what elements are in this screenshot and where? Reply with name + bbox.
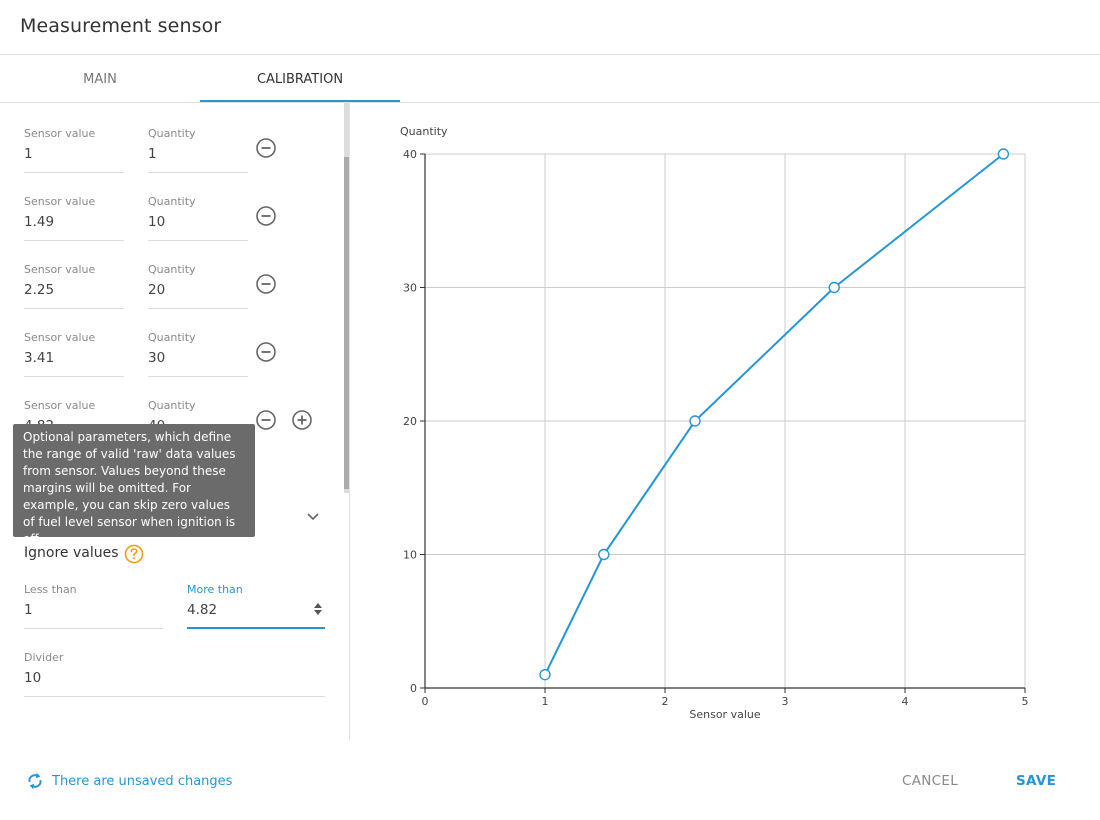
chevron-down-icon: [307, 513, 319, 521]
unsaved-changes-indicator[interactable]: There are unsaved changes: [26, 770, 232, 792]
dialog-header: Measurement sensor: [0, 0, 1100, 55]
quantity-label: Quantity: [148, 127, 196, 140]
x-tick-label: 1: [542, 695, 549, 708]
ignore-values-tooltip: Optional parameters, which define the ra…: [13, 424, 255, 546]
sensor-value-label: Sensor value: [24, 195, 96, 208]
x-tick-label: 0: [422, 695, 429, 708]
sensor-value-field[interactable]: Sensor value 1: [24, 127, 124, 173]
less-than-label: Less than: [24, 583, 77, 596]
spinner-arrows-icon: [314, 603, 322, 615]
advanced-settings-toggle[interactable]: [305, 508, 321, 521]
dialog-title: Measurement sensor: [20, 15, 222, 37]
quantity-field[interactable]: Quantity 20: [148, 263, 248, 309]
remove-row-button[interactable]: [255, 273, 277, 295]
remove-row-button[interactable]: [255, 341, 277, 363]
series-line: [544, 153, 1005, 676]
remove-row-button[interactable]: [255, 409, 277, 431]
cancel-button[interactable]: CANCEL: [902, 773, 958, 789]
tab-main[interactable]: MAIN: [0, 55, 200, 102]
sensor-value-input[interactable]: 1.49: [24, 214, 54, 230]
quantity-input[interactable]: 20: [148, 282, 165, 298]
data-point: [598, 548, 610, 561]
add-row-button[interactable]: [291, 409, 313, 431]
sensor-value-label: Sensor value: [24, 263, 96, 276]
less-than-field[interactable]: Less than 1: [24, 583, 163, 629]
quantity-field[interactable]: Quantity 1: [148, 127, 248, 173]
calibration-row: Sensor value 1.49 Quantity 10: [24, 195, 344, 255]
x-tick-label: 3: [782, 695, 789, 708]
x-tick-label: 5: [1022, 695, 1029, 708]
divider-input[interactable]: 10: [24, 670, 41, 686]
sensor-value-label: Sensor value: [24, 127, 96, 140]
more-than-input[interactable]: 4.82: [187, 602, 217, 618]
minus-circle-icon: [256, 342, 276, 362]
minus-circle-icon: [256, 410, 276, 430]
divider-field[interactable]: Divider 10: [24, 651, 325, 697]
x-tick-label: 2: [662, 695, 669, 708]
tab-bar: MAIN CALIBRATION: [0, 55, 1100, 103]
y-tick-label: 10: [403, 549, 417, 562]
question-circle-icon: [124, 544, 144, 564]
minus-circle-icon: [256, 138, 276, 158]
calibration-chart: 0 1 2 3 4 5 0 10 20 30 40 Quantity Sensor value: [350, 103, 1100, 740]
calibration-row: Sensor value 2.25 Quantity 20: [24, 263, 344, 323]
ignore-values-help-button[interactable]: [124, 544, 144, 564]
quantity-label: Quantity: [148, 399, 196, 412]
x-axis-label: Sensor value: [689, 708, 760, 721]
y-tick-label: 0: [410, 682, 417, 695]
less-than-input[interactable]: 1: [24, 602, 33, 618]
data-point: [828, 281, 840, 294]
chart-svg: 0 1 2 3 4 5 0 10 20 30 40 Quantity Sensor value: [400, 125, 1029, 721]
scrollbar-thumb[interactable]: [344, 157, 349, 489]
number-spinner[interactable]: [313, 600, 323, 618]
quantity-label: Quantity: [148, 195, 196, 208]
data-point: [997, 148, 1010, 160]
quantity-label: Quantity: [148, 331, 196, 344]
y-tick-label: 20: [403, 415, 417, 428]
quantity-input[interactable]: 30: [148, 350, 165, 366]
remove-row-button[interactable]: [255, 205, 277, 227]
minus-circle-icon: [256, 206, 276, 226]
sensor-value-label: Sensor value: [24, 331, 96, 344]
sensor-value-field[interactable]: Sensor value 2.25: [24, 263, 124, 309]
quantity-input[interactable]: 1: [148, 146, 157, 162]
quantity-input[interactable]: 10: [148, 214, 165, 230]
dialog-footer: There are unsaved changes CANCEL SAVE: [0, 740, 1100, 820]
quantity-field[interactable]: Quantity 10: [148, 195, 248, 241]
sync-icon: [28, 772, 42, 790]
sensor-value-input[interactable]: 2.25: [24, 282, 54, 298]
plus-circle-icon: [292, 410, 312, 430]
calibration-form-pane: Sensor value 1 Quantity 1 Sensor value 1…: [0, 103, 350, 740]
y-tick-label: 30: [403, 282, 417, 295]
minus-circle-icon: [256, 274, 276, 294]
unsaved-changes-text: There are unsaved changes: [52, 773, 233, 789]
more-than-label: More than: [187, 583, 243, 596]
sensor-value-input[interactable]: 1: [24, 146, 33, 162]
sensor-value-label: Sensor value: [24, 399, 96, 412]
data-point: [689, 415, 701, 427]
remove-row-button[interactable]: [255, 137, 277, 159]
sensor-value-field[interactable]: Sensor value 3.41: [24, 331, 124, 377]
calibration-row: Sensor value 3.41 Quantity 30: [24, 331, 344, 391]
x-tick-label: 4: [902, 695, 909, 708]
quantity-label: Quantity: [148, 263, 196, 276]
more-than-field[interactable]: More than 4.82: [187, 583, 325, 629]
calibration-row: Sensor value 1 Quantity 1: [24, 127, 344, 187]
sensor-value-input[interactable]: 3.41: [24, 350, 54, 366]
y-axis-label: Quantity: [400, 125, 448, 138]
y-tick-label: 40: [403, 148, 417, 161]
sensor-value-field[interactable]: Sensor value 1.49: [24, 195, 124, 241]
divider-label: Divider: [24, 651, 64, 664]
tab-calibration[interactable]: CALIBRATION: [200, 55, 400, 102]
quantity-field[interactable]: Quantity 30: [148, 331, 248, 377]
data-point: [539, 668, 551, 681]
save-button[interactable]: SAVE: [1016, 773, 1056, 789]
